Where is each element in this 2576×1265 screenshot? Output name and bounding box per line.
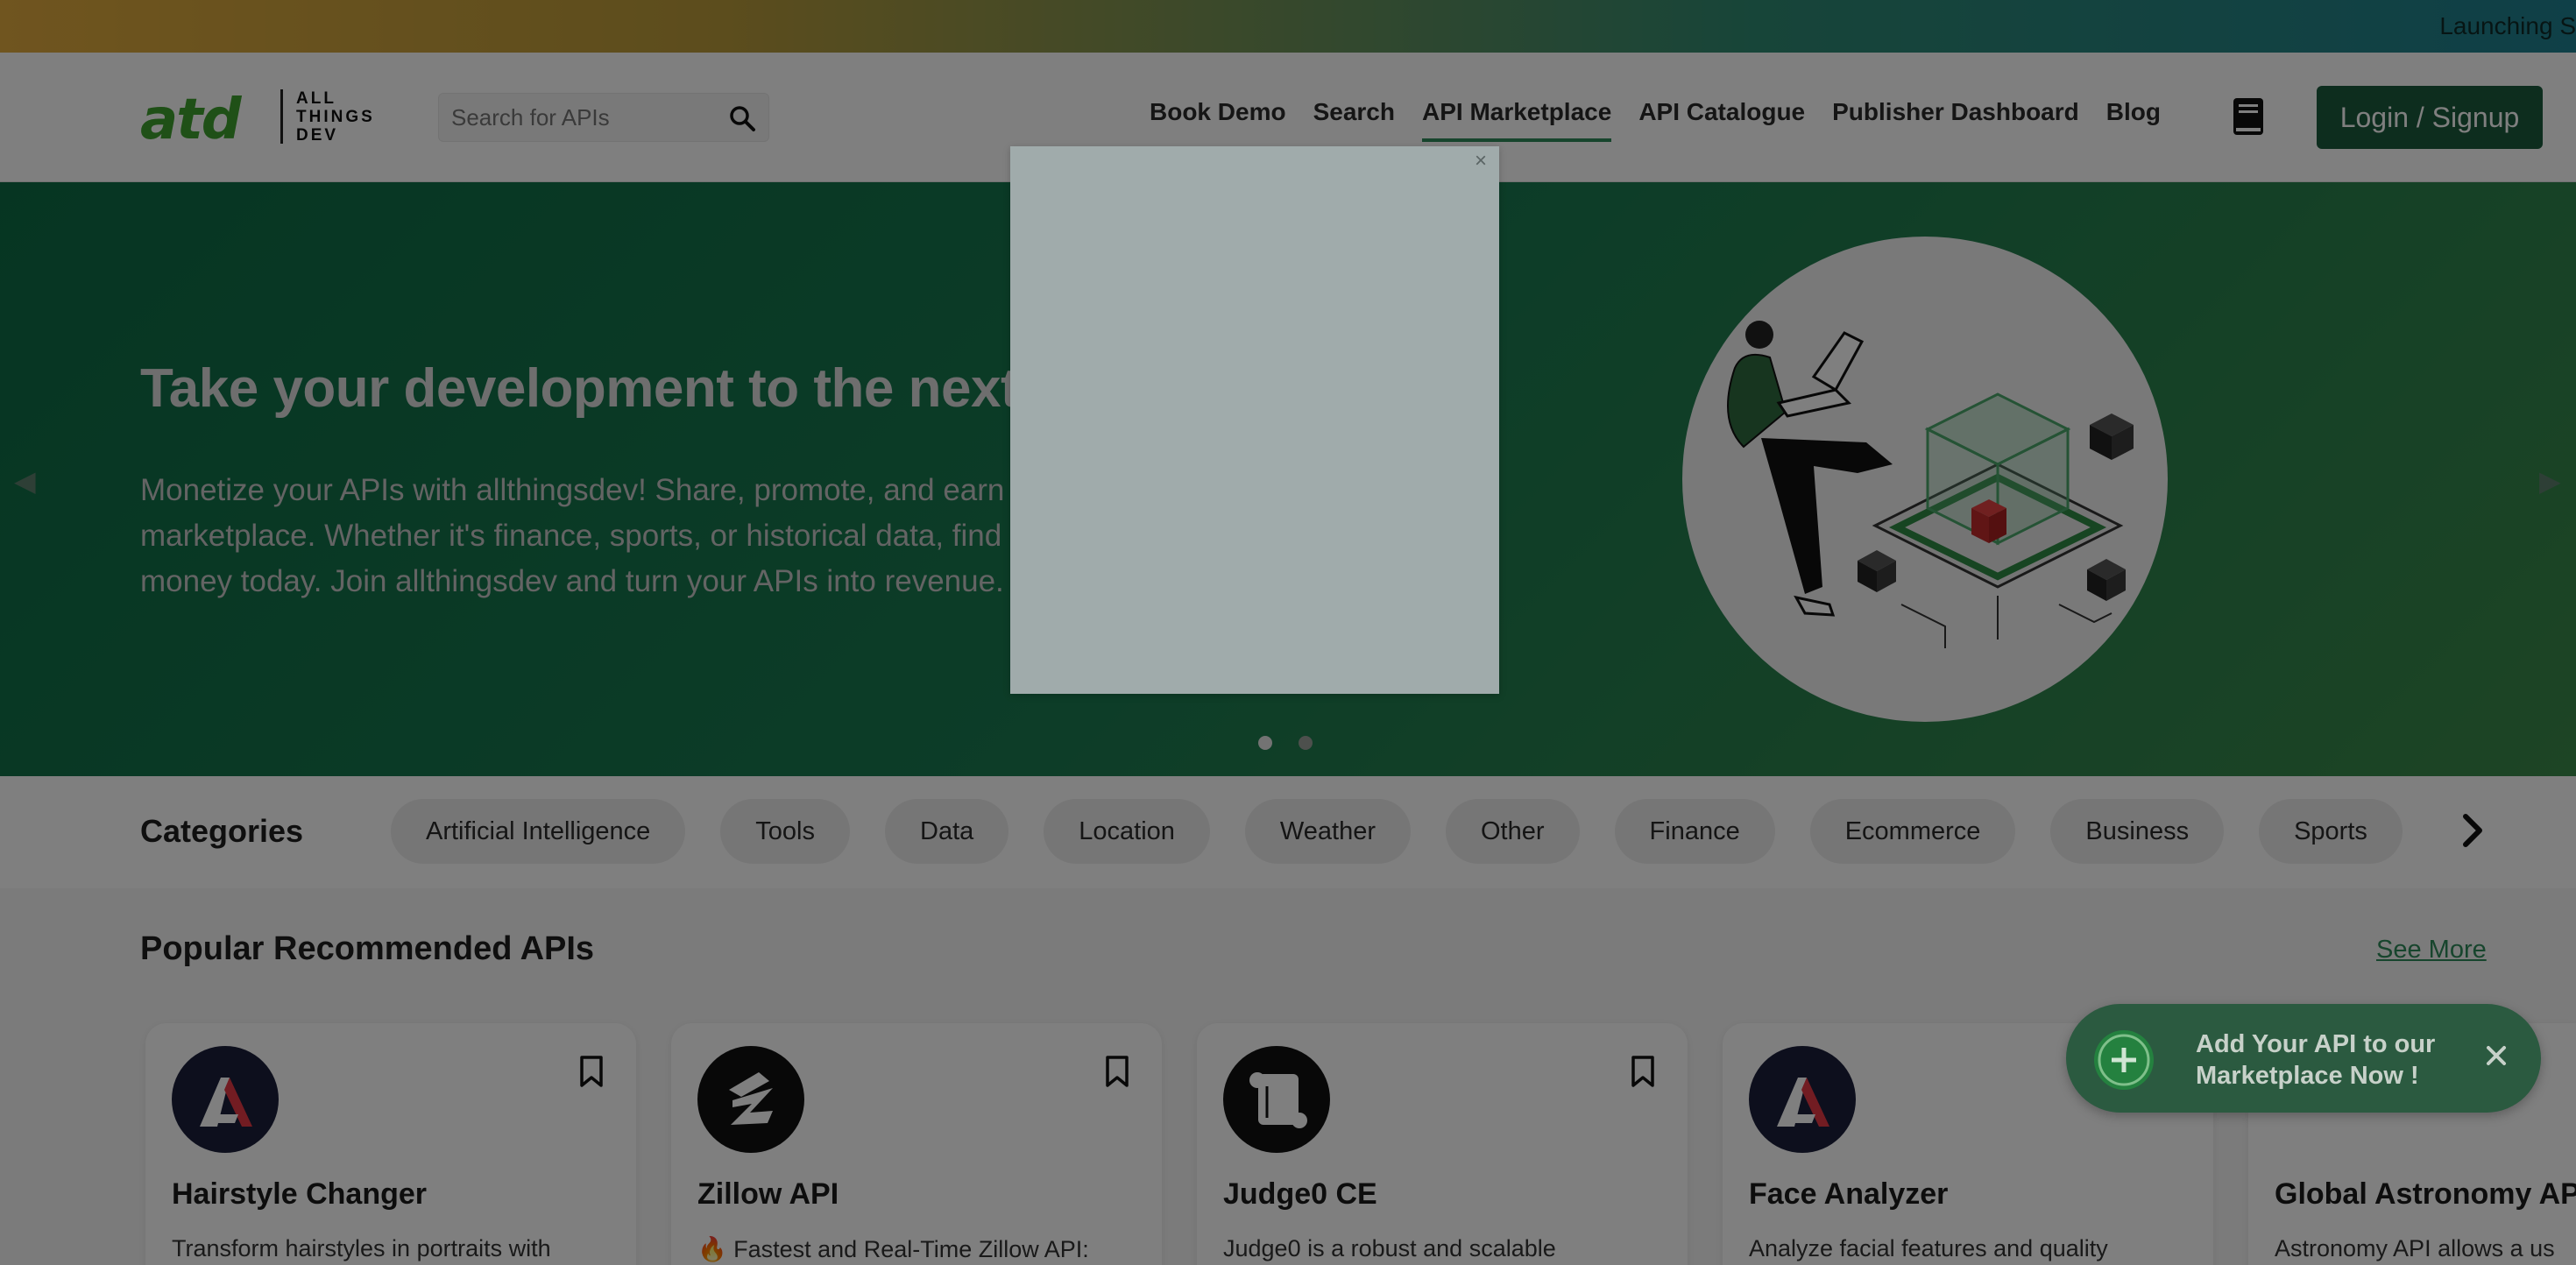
add-api-cta[interactable]: Add Your API to our Marketplace Now ! (2066, 1004, 2541, 1113)
add-api-text: Add Your API to our Marketplace Now ! (2196, 1030, 2436, 1090)
plus-icon (2094, 1030, 2154, 1090)
popup-modal: × (1010, 146, 1499, 694)
close-icon[interactable]: × (1468, 148, 1494, 174)
close-icon[interactable] (2481, 1041, 2511, 1071)
